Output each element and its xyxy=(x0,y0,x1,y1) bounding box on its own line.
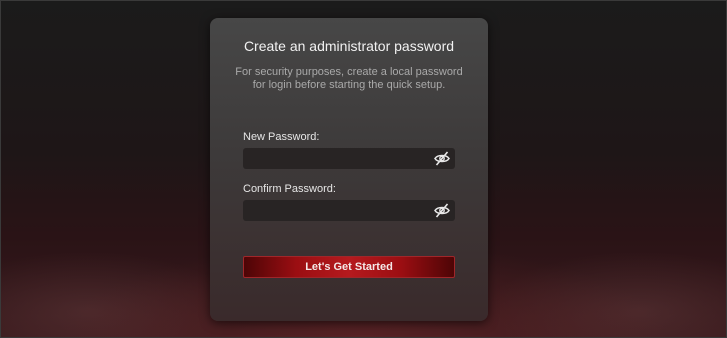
eye-slash-icon[interactable] xyxy=(433,202,451,219)
confirm-password-input[interactable] xyxy=(243,200,423,221)
new-password-label: New Password: xyxy=(243,131,320,143)
confirm-password-field xyxy=(243,200,455,221)
new-password-field xyxy=(243,148,455,169)
dialog-title: Create an administrator password xyxy=(243,38,455,54)
password-setup-card: Create an administrator password For sec… xyxy=(210,18,488,321)
dialog-description: For security purposes, create a local pa… xyxy=(235,66,463,91)
new-password-input[interactable] xyxy=(243,148,423,169)
confirm-password-label: Confirm Password: xyxy=(243,183,336,195)
get-started-button[interactable]: Let's Get Started xyxy=(243,256,455,278)
eye-slash-icon[interactable] xyxy=(433,150,451,167)
